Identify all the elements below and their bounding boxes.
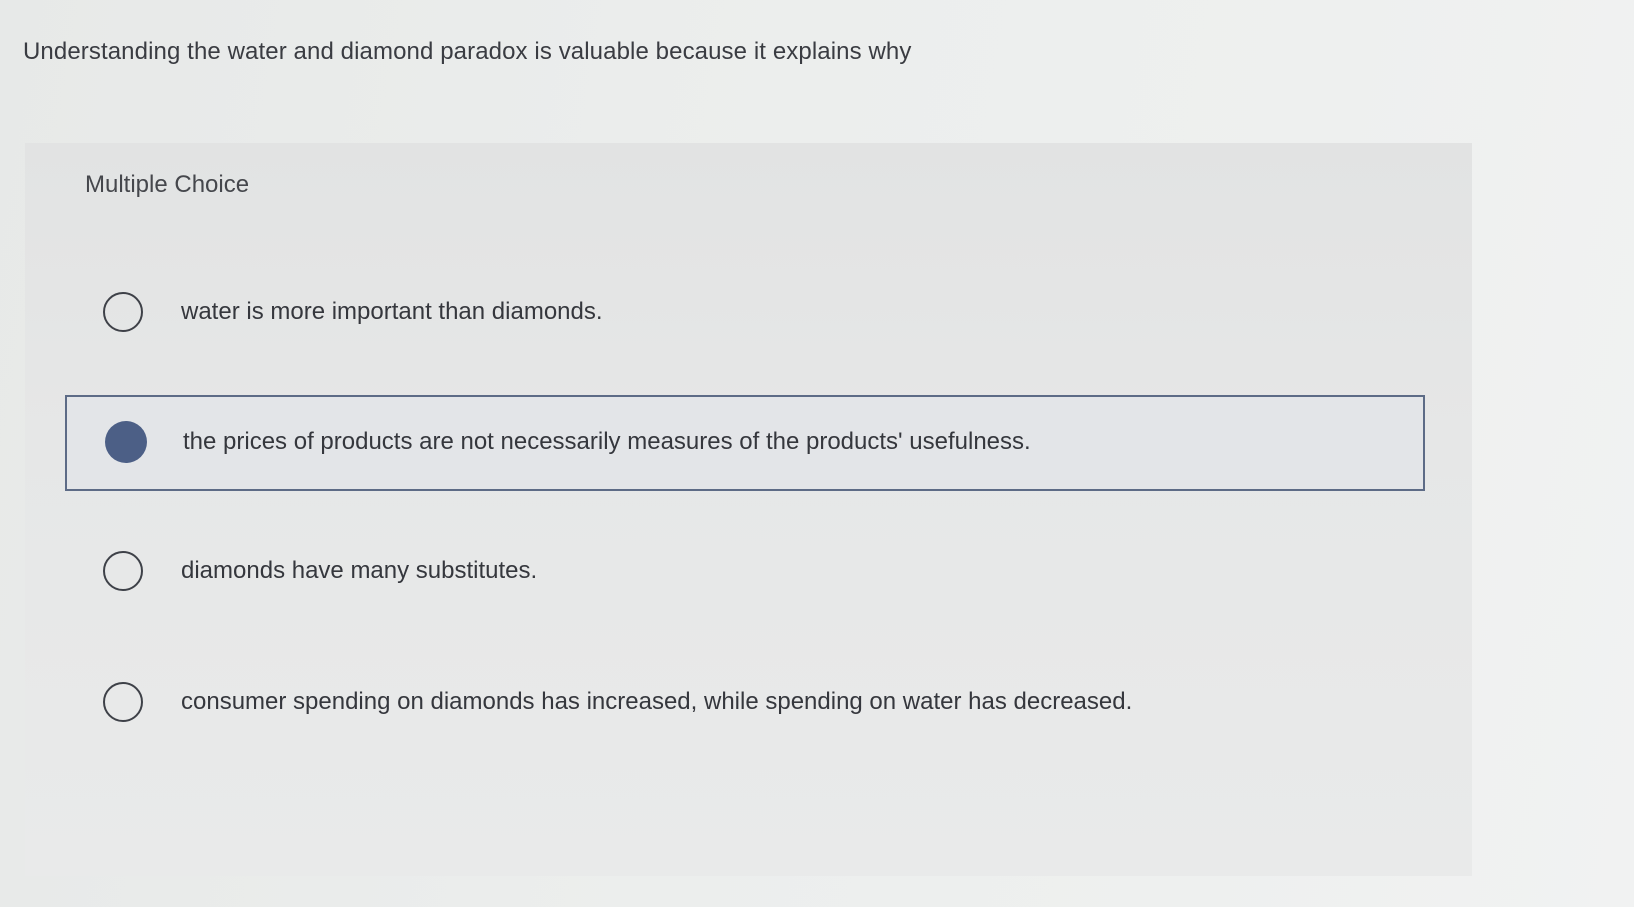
answer-option-4[interactable]: consumer spending on diamonds has increa… bbox=[65, 655, 1425, 751]
radio-selected-icon[interactable] bbox=[105, 421, 147, 463]
multiple-choice-panel: Multiple Choice water is more important … bbox=[25, 143, 1472, 876]
answer-option-3[interactable]: diamonds have many substitutes. bbox=[65, 524, 1425, 620]
radio-unselected-icon[interactable] bbox=[103, 292, 143, 332]
answer-option-label: consumer spending on diamonds has increa… bbox=[181, 688, 1133, 715]
answer-option-1[interactable]: water is more important than diamonds. bbox=[65, 265, 1425, 361]
answer-option-label: the prices of products are not necessari… bbox=[183, 428, 1031, 455]
question-type-label: Multiple Choice bbox=[85, 171, 250, 198]
answer-option-label: water is more important than diamonds. bbox=[181, 298, 603, 325]
answer-option-label: diamonds have many substitutes. bbox=[181, 557, 538, 584]
answer-option-2[interactable]: the prices of products are not necessari… bbox=[65, 395, 1425, 491]
radio-unselected-icon[interactable] bbox=[103, 682, 143, 722]
question-text: Understanding the water and diamond para… bbox=[23, 38, 912, 65]
radio-unselected-icon[interactable] bbox=[103, 551, 143, 591]
